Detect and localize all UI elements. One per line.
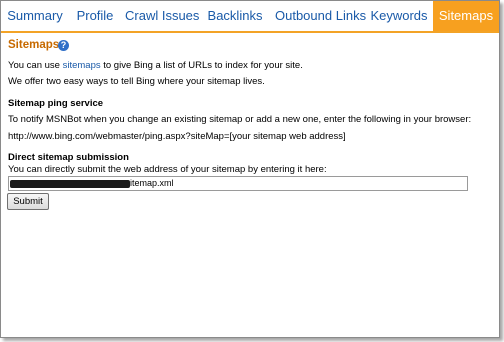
intro-after: to give Bing a list of URLs to index for… xyxy=(100,60,303,71)
intro-before: You can use xyxy=(8,60,63,71)
tab-profile[interactable]: Profile xyxy=(71,1,119,31)
input-value: itemap.xml xyxy=(130,178,174,188)
intro-text: You can use sitemaps to give Bing a list… xyxy=(8,60,303,71)
intro-text-2: We offer two easy ways to tell Bing wher… xyxy=(8,76,265,87)
sitemap-url-input[interactable]: itemap.xml xyxy=(8,176,468,191)
submit-button[interactable]: Submit xyxy=(7,193,49,210)
tab-crawl-issues[interactable]: Crawl Issues xyxy=(125,1,199,31)
direct-description: You can directly submit the web address … xyxy=(8,164,327,175)
tab-bar: Summary Profile Crawl Issues Backlinks O… xyxy=(1,1,499,33)
ping-url: http://www.bing.com/webmaster/ping.aspx?… xyxy=(8,131,346,142)
tab-keywords[interactable]: Keywords xyxy=(368,1,430,31)
tab-sitemaps[interactable]: Sitemaps xyxy=(433,1,499,31)
redacted-text xyxy=(10,179,130,188)
tab-backlinks[interactable]: Backlinks xyxy=(204,1,266,31)
sitemaps-link[interactable]: sitemaps xyxy=(63,60,101,71)
tab-outbound-links[interactable]: Outbound Links xyxy=(275,1,366,31)
page-title: Sitemaps xyxy=(8,39,60,51)
ping-title: Sitemap ping service xyxy=(8,98,104,109)
direct-title: Direct sitemap submission xyxy=(8,152,129,163)
tab-summary[interactable]: Summary xyxy=(3,1,67,31)
ping-description: To notify MSNBot when you change an exis… xyxy=(8,114,472,125)
question-circle-icon[interactable]: ? xyxy=(58,40,69,51)
webmaster-panel: Summary Profile Crawl Issues Backlinks O… xyxy=(0,0,500,338)
